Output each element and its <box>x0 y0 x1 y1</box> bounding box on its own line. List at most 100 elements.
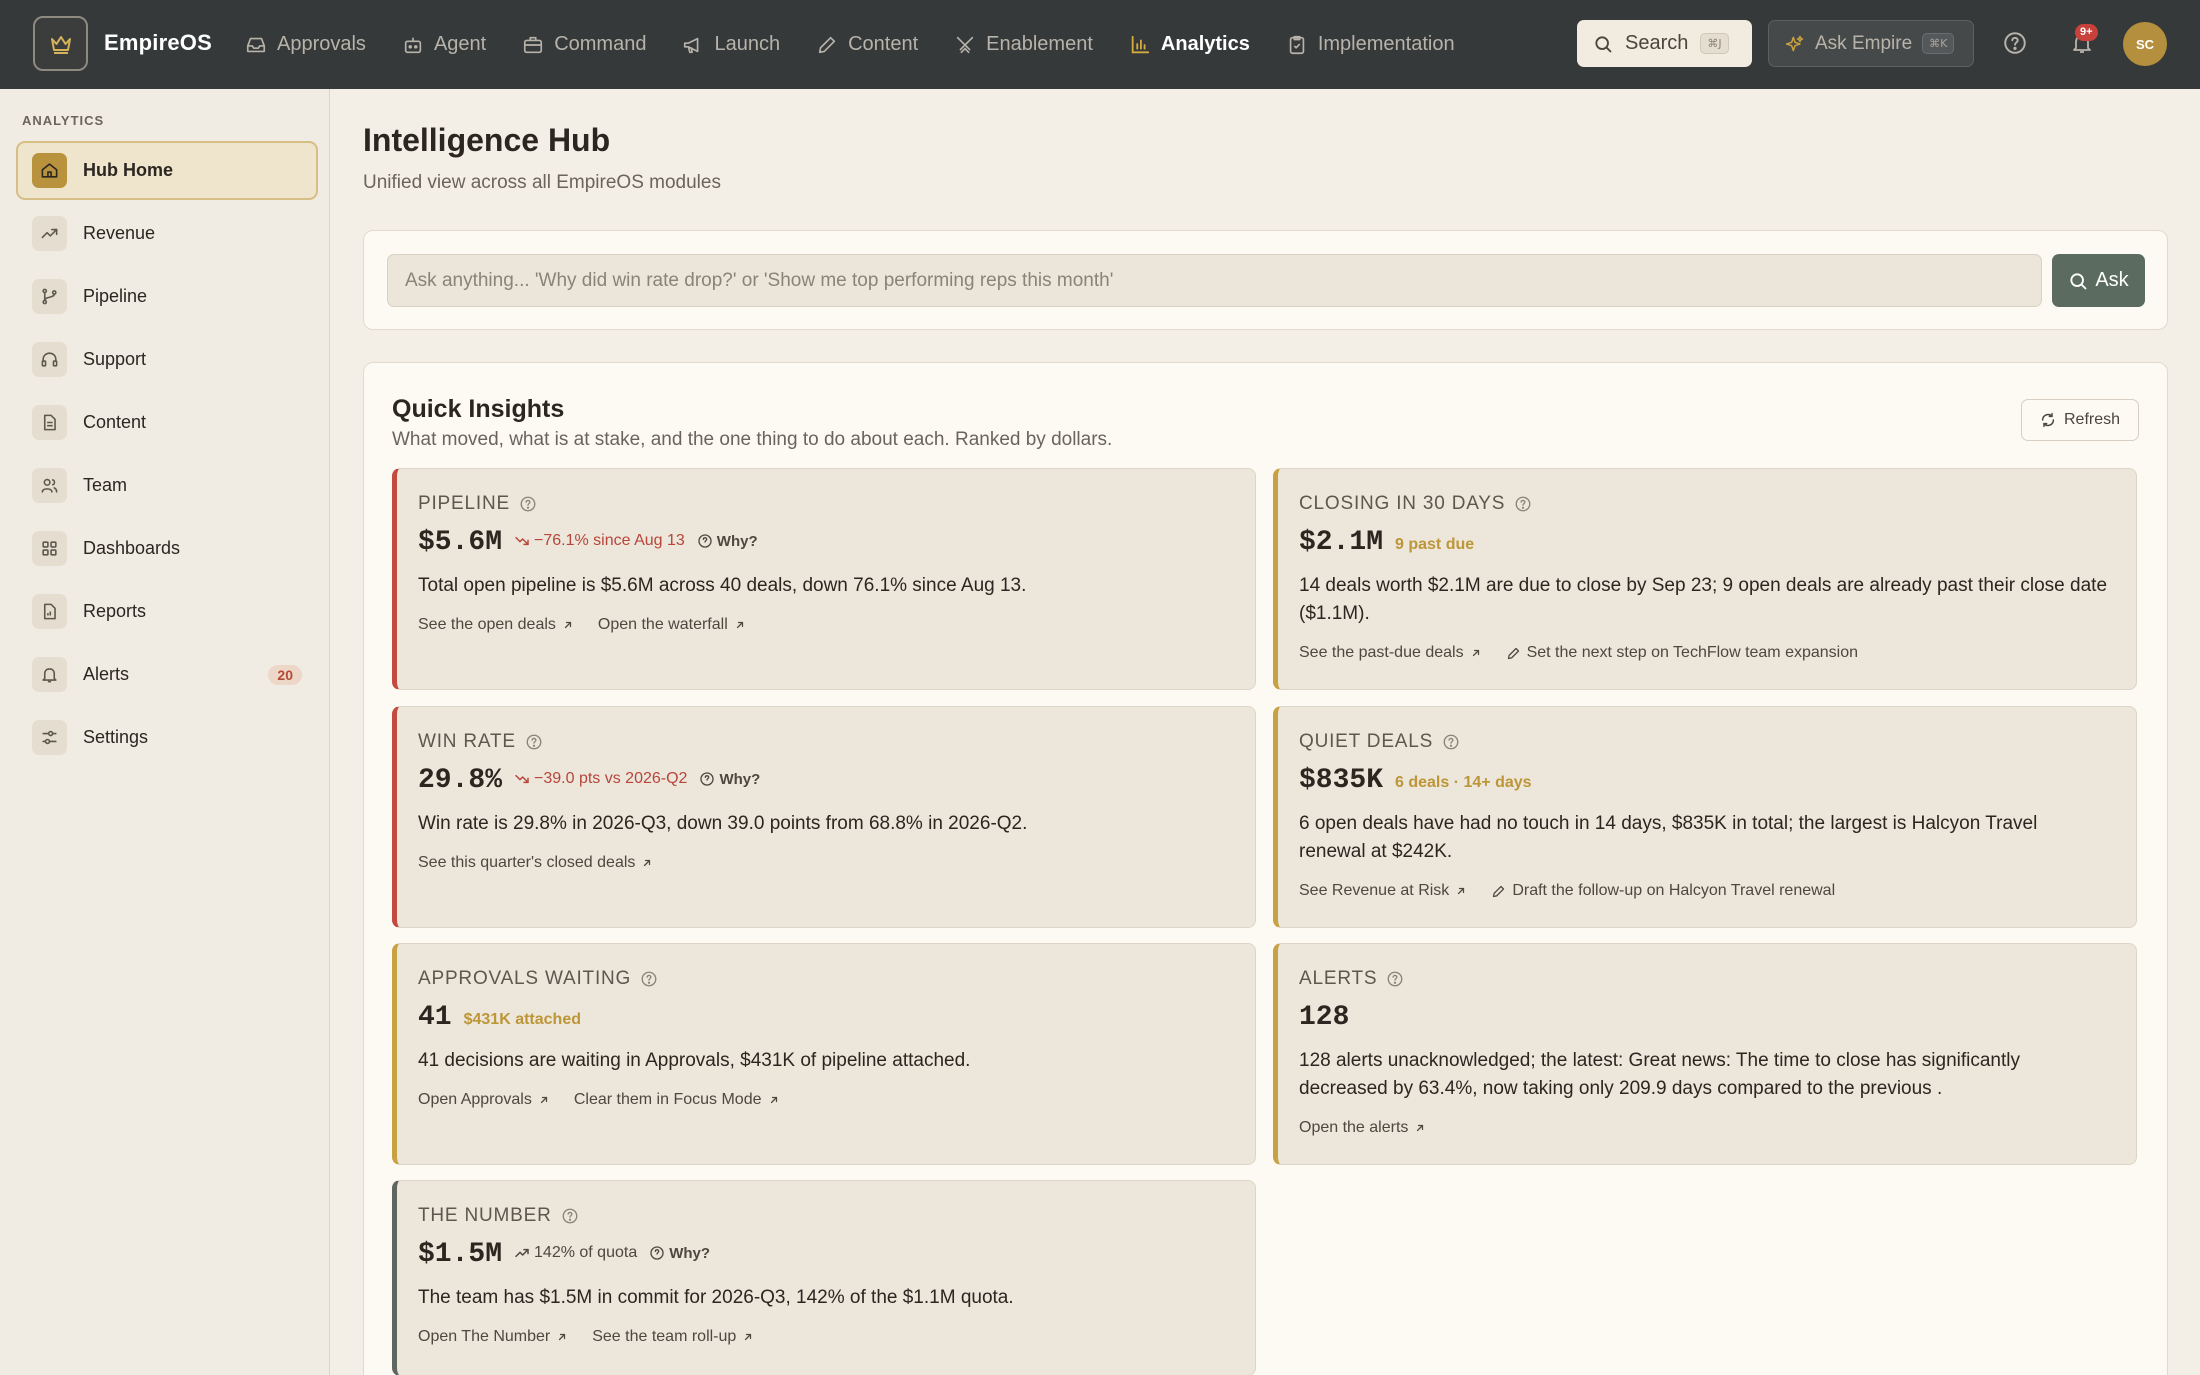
insight-card-approvals-waiting: APPROVALS WAITING 41 $431K attached 41 d… <box>392 943 1256 1165</box>
insight-body: 41 decisions are waiting in Approvals, $… <box>418 1050 971 1071</box>
insight-metric: 29.8% <box>418 765 503 796</box>
sidebar-item-revenue[interactable]: Revenue <box>16 204 318 263</box>
insight-label: THE NUMBER <box>418 1205 579 1227</box>
trend-down-icon <box>515 774 529 784</box>
home-icon <box>32 153 67 188</box>
action-link-see-revenue-at-risk[interactable]: See Revenue at Risk <box>1299 882 1467 900</box>
quick-insights-panel: Quick Insights What moved, what is at st… <box>363 362 2168 1375</box>
nav-command[interactable]: Command <box>522 33 646 56</box>
pen-icon <box>818 36 836 53</box>
action-link-see-closed-deals[interactable]: See this quarter's closed deals <box>418 854 653 872</box>
nav-launch[interactable]: Launch <box>682 33 780 56</box>
sidebar-list: Hub Home Revenue Pipeline Support Conten… <box>16 141 318 771</box>
refresh-label: Refresh <box>2063 411 2121 428</box>
action-link-open-the-number[interactable]: Open The Number <box>418 1328 568 1346</box>
sidebar-item-hub-home[interactable]: Hub Home <box>16 141 318 200</box>
action-set-next-step[interactable]: Set the next step on TechFlow team expan… <box>1506 644 1858 662</box>
ask-anything-input[interactable] <box>387 254 2042 307</box>
insight-actions: See the past-due deals Set the next step… <box>1299 644 1858 662</box>
refresh-icon <box>2041 412 2055 428</box>
insight-label: QUIET DEALS <box>1299 731 1460 753</box>
arrow-up-right-icon <box>736 621 743 629</box>
nav-approvals[interactable]: Approvals <box>245 33 366 56</box>
why-button[interactable]: Why? <box>697 533 758 550</box>
search-icon <box>1595 35 1612 52</box>
arrow-up-right-icon <box>1458 887 1465 895</box>
crown-logo-icon[interactable] <box>33 16 88 71</box>
why-button[interactable]: Why? <box>699 771 760 788</box>
insight-label: ALERTS <box>1299 968 1404 990</box>
help-circle-icon[interactable] <box>1514 495 1532 513</box>
arrow-up-right-icon <box>1417 1124 1424 1132</box>
global-search-button[interactable]: Search ⌘J <box>1577 20 1752 67</box>
help-icon[interactable] <box>2002 30 2028 56</box>
action-link-see-past-due-deals[interactable]: See the past-due deals <box>1299 644 1482 662</box>
nav-label: Command <box>554 33 647 55</box>
sidebar-item-label: Revenue <box>83 223 156 243</box>
insight-metric-row: $2.1M 9 past due <box>1299 527 1474 558</box>
insight-body: Total open pipeline is $5.6M across 40 d… <box>418 575 1027 596</box>
sidebar-item-reports[interactable]: Reports <box>16 582 318 641</box>
nav-analytics[interactable]: Analytics <box>1129 33 1250 56</box>
help-circle-icon[interactable] <box>561 1207 579 1225</box>
action-link-open-waterfall[interactable]: Open the waterfall <box>598 616 746 634</box>
user-avatar[interactable]: SC <box>2123 22 2167 66</box>
action-link-focus-mode[interactable]: Clear them in Focus Mode <box>574 1091 780 1109</box>
sidebar-item-dashboards[interactable]: Dashboards <box>16 519 318 578</box>
help-circle-icon <box>698 534 712 548</box>
help-circle-icon[interactable] <box>519 495 537 513</box>
insight-actions: Open Approvals Clear them in Focus Mode <box>418 1091 780 1109</box>
nav-implementation[interactable]: Implementation <box>1286 33 1455 56</box>
file-text-icon <box>32 405 67 440</box>
help-circle-icon <box>700 772 715 786</box>
help-circle-icon[interactable] <box>1442 733 1460 751</box>
sidebar-item-settings[interactable]: Settings <box>16 708 318 767</box>
why-label: Why? <box>669 1244 711 1262</box>
insight-metric: $2.1M <box>1299 527 1384 558</box>
arrow-up-right-icon <box>770 1096 777 1104</box>
why-button[interactable]: Why? <box>649 1245 710 1262</box>
app-name[interactable]: EmpireOS <box>104 30 212 56</box>
insight-metric-row: 29.8% −39.0 pts vs 2026-Q2 Why? <box>418 765 760 796</box>
sidebar-item-content[interactable]: Content <box>16 393 318 452</box>
insight-label: APPROVALS WAITING <box>418 968 658 990</box>
nav-enablement[interactable]: Enablement <box>954 33 1093 56</box>
insight-delta-text: −39.0 pts vs 2026-Q2 <box>534 770 688 787</box>
insight-metric-row: $5.6M −76.1% since Aug 13 Why? <box>418 527 758 558</box>
sidebar-item-team[interactable]: Team <box>16 456 318 515</box>
action-link-team-roll-up[interactable]: See the team roll-up <box>592 1328 754 1346</box>
help-circle-icon[interactable] <box>640 970 658 988</box>
main-nav: Approvals Agent Command Launch Content E… <box>245 0 1491 89</box>
ask-button[interactable]: Ask <box>2052 254 2145 307</box>
nav-content[interactable]: Content <box>816 33 918 56</box>
refresh-button[interactable]: Refresh <box>2021 399 2139 441</box>
help-circle-icon[interactable] <box>525 733 543 751</box>
action-label: See the open deals <box>418 616 556 633</box>
arrow-up-right-icon <box>644 859 651 867</box>
help-circle-icon[interactable] <box>1386 970 1404 988</box>
megaphone-icon <box>684 37 699 53</box>
nav-agent[interactable]: Agent <box>402 33 486 56</box>
search-label: Search <box>1625 32 1689 54</box>
nav-label: Agent <box>433 33 487 55</box>
why-label: Why? <box>719 770 761 788</box>
git-branch-icon <box>32 279 67 314</box>
action-link-see-open-deals[interactable]: See the open deals <box>418 616 574 634</box>
action-link-open-alerts[interactable]: Open the alerts <box>1299 1119 1426 1137</box>
insight-label-text: APPROVALS WAITING <box>418 968 632 989</box>
pen-icon <box>1493 885 1505 897</box>
ask-empire-button[interactable]: Ask Empire ⌘K <box>1768 20 1974 67</box>
insight-label: PIPELINE <box>418 493 537 515</box>
arrow-up-right-icon <box>745 1333 752 1341</box>
action-draft-follow-up[interactable]: Draft the follow-up on Halcyon Travel re… <box>1491 882 1835 900</box>
arrow-up-right-icon <box>1472 649 1479 657</box>
clipboard-check-icon <box>1289 35 1305 54</box>
insight-body: The team has $1.5M in commit for 2026-Q3… <box>418 1287 1014 1308</box>
sidebar-item-support[interactable]: Support <box>16 330 318 389</box>
sidebar-item-pipeline[interactable]: Pipeline <box>16 267 318 326</box>
action-label: Open Approvals <box>418 1091 532 1108</box>
action-link-open-approvals[interactable]: Open Approvals <box>418 1091 550 1109</box>
arrow-up-right-icon <box>564 621 572 629</box>
sidebar-item-alerts[interactable]: Alerts 20 <box>16 645 318 704</box>
sidebar-item-label: Settings <box>83 727 149 747</box>
